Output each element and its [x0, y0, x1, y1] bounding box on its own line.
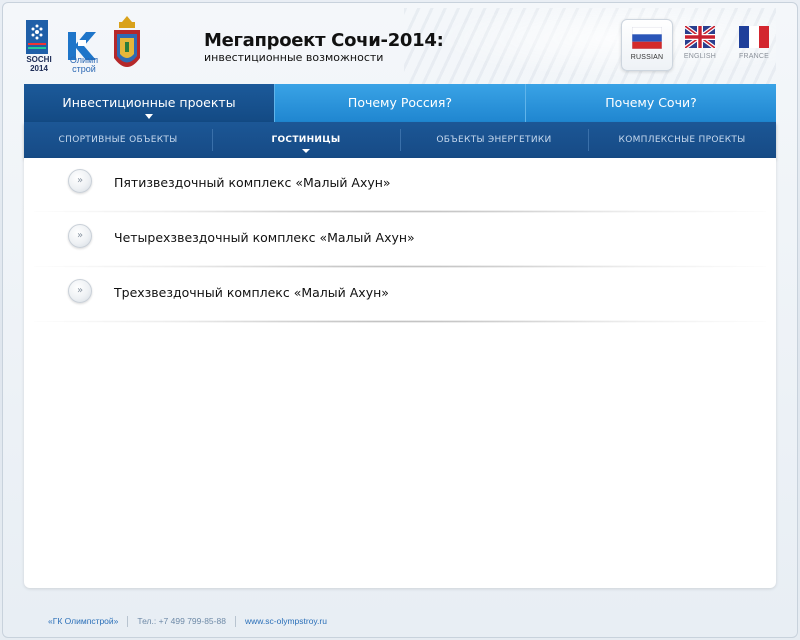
list-item[interactable]: » Четырехзвездочный комплекс «Малый Ахун…: [24, 213, 776, 268]
footer: «ГК Олимпстрой» Тел.: +7 499 799-85-88 w…: [48, 614, 336, 628]
language-russian-button[interactable]: RUSSIAN: [621, 19, 673, 71]
subnav-label: КОМПЛЕКСНЫЕ ПРОЕКТЫ: [618, 135, 746, 145]
uk-flag-icon: [685, 26, 715, 48]
language-english-button[interactable]: ENGLISH: [674, 19, 726, 71]
subnav-item-energy-facilities[interactable]: ОБЪЕКТЫ ЭНЕРГЕТИКИ: [400, 122, 588, 158]
title-block: Мегапроект Сочи-2014: инвестиционные воз…: [204, 30, 464, 64]
france-flag-icon: [739, 26, 769, 48]
page-subtitle: инвестиционные возможности: [204, 51, 384, 64]
subnav-label: ОБЪЕКТЫ ЭНЕРГЕТИКИ: [436, 135, 552, 145]
footer-company-link[interactable]: «ГК Олимпстрой»: [48, 616, 127, 626]
double-chevron-right-icon[interactable]: »: [68, 279, 92, 303]
olimpstroy-logo-text: Олимп строй: [69, 55, 99, 74]
subnav-item-hotels[interactable]: ГОСТИНИЦЫ: [212, 122, 400, 158]
list-item[interactable]: » Пятизвездочный комплекс «Малый Ахун»: [24, 158, 776, 213]
krasnodar-crest-icon: [114, 16, 140, 67]
content-panel: » Пятизвездочный комплекс «Малый Ахун» »…: [24, 158, 776, 588]
tab-why-russia[interactable]: Почему Россия?: [274, 84, 525, 122]
double-chevron-right-icon[interactable]: »: [68, 169, 92, 193]
sub-nav: СПОРТИВНЫЕ ОБЪЕКТЫ ГОСТИНИЦЫ ОБЪЕКТЫ ЭНЕ…: [24, 122, 776, 158]
double-chevron-right-icon[interactable]: »: [68, 224, 92, 248]
language-france-button[interactable]: FRANCE: [728, 19, 780, 71]
language-label: FRANCE: [739, 53, 769, 60]
sochi-2014-logo-icon: [26, 20, 48, 54]
active-caret-icon: [302, 149, 310, 153]
footer-phone: Тел.: +7 499 799-85-88: [137, 616, 226, 626]
language-label: RUSSIAN: [630, 54, 664, 61]
footer-website-link[interactable]: www.sc-olympstroy.ru: [236, 616, 336, 626]
main-nav: Инвестиционные проекты Почему Россия? По…: [24, 84, 776, 122]
tab-why-sochi[interactable]: Почему Сочи?: [525, 84, 776, 122]
subnav-label: ГОСТИНИЦЫ: [271, 135, 341, 145]
russia-flag-icon: [632, 27, 662, 49]
header: SOCHI 2014 Олимп строй Мегапроект Сочи-2…: [24, 8, 776, 84]
page-title: Мегапроект Сочи-2014:: [204, 30, 444, 51]
subnav-item-sports-facilities[interactable]: СПОРТИВНЫЕ ОБЪЕКТЫ: [24, 122, 212, 158]
tab-label: Почему Сочи?: [605, 95, 697, 110]
active-caret-icon: [145, 114, 153, 119]
list-item[interactable]: » Трехзвездочный комплекс «Малый Ахун»: [24, 268, 776, 323]
language-label: ENGLISH: [683, 53, 717, 60]
tab-label: Почему Россия?: [347, 95, 453, 110]
list-item-label: Четырехзвездочный комплекс «Малый Ахун»: [114, 230, 415, 245]
list-item-label: Пятизвездочный комплекс «Малый Ахун»: [114, 175, 391, 190]
list-item-label: Трехзвездочный комплекс «Малый Ахун»: [114, 285, 389, 300]
subnav-item-complex-projects[interactable]: КОМПЛЕКСНЫЕ ПРОЕКТЫ: [588, 122, 776, 158]
tab-label: Инвестиционные проекты: [62, 95, 236, 110]
subnav-label: СПОРТИВНЫЕ ОБЪЕКТЫ: [58, 135, 178, 145]
tab-investment-projects[interactable]: Инвестиционные проекты: [24, 84, 274, 122]
sochi-2014-logo-text: SOCHI 2014: [26, 55, 52, 73]
